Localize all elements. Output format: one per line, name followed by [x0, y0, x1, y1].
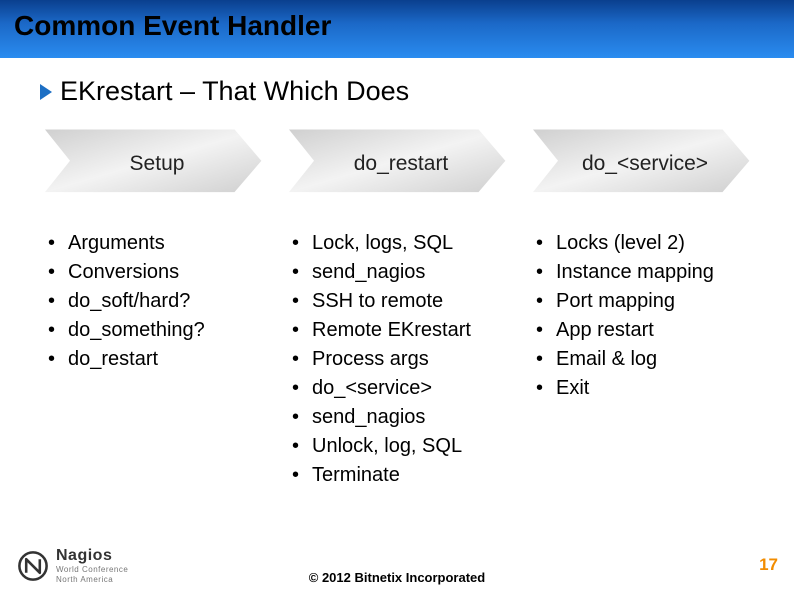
title-bar: Common Event Handler: [0, 0, 794, 58]
column-header: Setup: [122, 152, 185, 176]
list-item: •Conversions: [48, 258, 262, 287]
chevron-setup: Setup: [44, 129, 262, 199]
list-item: •Exit: [536, 374, 750, 403]
list-item: •do_soft/hard?: [48, 287, 262, 316]
list-item: •App restart: [536, 316, 750, 345]
chevron-do-restart: do_restart: [288, 129, 506, 199]
list-item: •Unlock, log, SQL: [292, 432, 506, 461]
list-item: •Email & log: [536, 345, 750, 374]
list-item: •do_something?: [48, 316, 262, 345]
logo-line2: World Conference: [56, 566, 128, 574]
slide-content: EKrestart – That Which Does Setup: [0, 58, 794, 490]
list-item: •SSH to remote: [292, 287, 506, 316]
list-item: •Lock, logs, SQL: [292, 229, 506, 258]
columns-container: Setup •Arguments •Conversions •do_soft/h…: [34, 129, 760, 490]
logo-line3: North America: [56, 576, 128, 584]
column-do-service: do_<service> •Locks (level 2) •Instance …: [532, 129, 750, 490]
list-item: •Process args: [292, 345, 506, 374]
list-item: •send_nagios: [292, 258, 506, 287]
list-item: •Locks (level 2): [536, 229, 750, 258]
chevron-do-service: do_<service>: [532, 129, 750, 199]
list-item: •do_<service>: [292, 374, 506, 403]
list-item: •send_nagios: [292, 403, 506, 432]
subtitle-row: EKrestart – That Which Does: [34, 76, 760, 107]
slide-footer: Nagios World Conference North America © …: [0, 543, 794, 595]
slide-subtitle: EKrestart – That Which Does: [60, 76, 409, 107]
column-header: do_restart: [346, 152, 449, 176]
column-do-restart: do_restart •Lock, logs, SQL •send_nagios…: [288, 129, 506, 490]
list-do-service: •Locks (level 2) •Instance mapping •Port…: [532, 229, 750, 403]
list-item: •Remote EKrestart: [292, 316, 506, 345]
column-setup: Setup •Arguments •Conversions •do_soft/h…: [44, 129, 262, 490]
copyright-text: © 2012 Bitnetix Incorporated: [309, 570, 485, 585]
logo-block: Nagios World Conference North America: [16, 548, 128, 584]
arrow-bullet-icon: [40, 84, 52, 100]
list-item: •Terminate: [292, 461, 506, 490]
list-item: •Port mapping: [536, 287, 750, 316]
logo-text: Nagios World Conference North America: [56, 548, 128, 584]
nagios-logo-icon: [16, 549, 50, 583]
list-setup: •Arguments •Conversions •do_soft/hard? •…: [44, 229, 262, 374]
list-do-restart: •Lock, logs, SQL •send_nagios •SSH to re…: [288, 229, 506, 490]
logo-line1: Nagios: [56, 548, 128, 564]
list-item: •Instance mapping: [536, 258, 750, 287]
column-header: do_<service>: [574, 152, 708, 176]
slide-title: Common Event Handler: [14, 10, 780, 42]
page-number: 17: [759, 555, 778, 575]
list-item: •Arguments: [48, 229, 262, 258]
list-item: •do_restart: [48, 345, 262, 374]
